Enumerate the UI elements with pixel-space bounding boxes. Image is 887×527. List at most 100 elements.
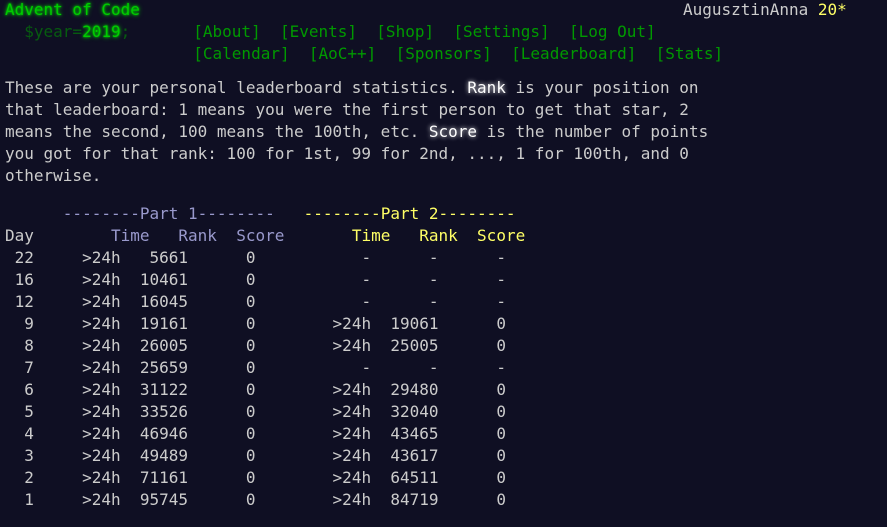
p2-score-cell: - [496, 292, 506, 311]
p1-time-cell: >24h [82, 270, 121, 289]
p2-time-cell: >24h [332, 468, 372, 487]
table-row: 22 >24h 5661 0 - - - [5, 247, 525, 269]
score-term: Score [428, 122, 478, 141]
day-header: Day [5, 226, 34, 245]
part2-header: --------Part 2-------- [303, 204, 516, 223]
table-row: 7 >24h 25659 0 - - - [5, 357, 525, 379]
rank-term: Rank [467, 78, 506, 97]
p2-rank-cell: 25005 [390, 336, 439, 355]
p1-rank-cell: 26005 [139, 336, 189, 355]
p2-score-cell: 0 [496, 402, 506, 421]
p1-score-cell: 0 [245, 380, 256, 399]
p2-score-cell: - [496, 270, 506, 289]
p1-score-cell: 0 [245, 402, 256, 421]
p1-time-cell: >24h [82, 490, 121, 509]
p1-rank-cell: 16045 [139, 292, 189, 311]
p1-rank-cell: 5661 [149, 248, 189, 267]
p2-rank-cell: - [428, 292, 439, 311]
table-row: 9 >24h 19161 0 >24h 19061 0 [5, 313, 525, 335]
p1-score-cell: 0 [245, 270, 256, 289]
p1-time-cell: >24h [82, 358, 121, 377]
p2-rank-header: Rank [419, 226, 458, 245]
intro-line-2: that leaderboard: 1 means you were the f… [5, 100, 689, 119]
p1-time-cell: >24h [82, 314, 121, 333]
intro-line-4: you got for that rank: 100 for 1st, 99 f… [5, 144, 689, 163]
day-cell: 9 [24, 314, 34, 333]
user-name[interactable]: AugusztinAnna [683, 0, 808, 19]
p2-score-header: Score [477, 226, 526, 245]
p1-time-cell: >24h [82, 380, 121, 399]
day-cell: 8 [24, 336, 34, 355]
table-row: 4 >24h 46946 0 >24h 43465 0 [5, 423, 525, 445]
p2-time-cell: >24h [332, 424, 372, 443]
table-row: 1 >24h 95745 0 >24h 84719 0 [5, 489, 525, 511]
p2-score-cell: 0 [496, 314, 506, 333]
p1-score-cell: 0 [245, 446, 256, 465]
p1-rank-cell: 46946 [139, 424, 189, 443]
p2-time-cell: >24h [332, 402, 372, 421]
p1-rank-header: Rank [178, 226, 217, 245]
nav-sponsors-link[interactable]: [Sponsors] [396, 44, 492, 63]
p1-score-cell: 0 [245, 468, 256, 487]
day-cell: 1 [24, 490, 34, 509]
table-row: 12 >24h 16045 0 - - - [5, 291, 525, 313]
table-row: 2 >24h 71161 0 >24h 64511 0 [5, 467, 525, 489]
p2-time-cell: - [361, 270, 372, 289]
p2-score-cell: 0 [496, 468, 506, 487]
year-selector[interactable]: $year=2019; [5, 21, 130, 43]
p1-score-cell: 0 [245, 292, 256, 311]
day-cell: 4 [24, 424, 34, 443]
p1-score-cell: 0 [245, 314, 256, 333]
p1-score-cell: 0 [245, 490, 256, 509]
p2-score-cell: 0 [496, 424, 506, 443]
part-headers-row: --------Part 1-------- --------Part 2---… [5, 203, 525, 225]
p1-time-cell: >24h [82, 402, 121, 421]
table-row: 5 >24h 33526 0 >24h 32040 0 [5, 401, 525, 423]
p2-rank-cell: - [428, 358, 439, 377]
p2-rank-cell: - [428, 270, 439, 289]
day-cell: 16 [14, 270, 34, 289]
day-cell: 22 [14, 248, 34, 267]
p2-rank-cell: 32040 [390, 402, 439, 421]
p1-rank-cell: 25659 [139, 358, 189, 377]
p2-time-cell: >24h [332, 314, 372, 333]
personal-stats-table: --------Part 1-------- --------Part 2---… [5, 203, 525, 511]
nav-calendar-link[interactable]: [Calendar] [193, 44, 289, 63]
p2-rank-cell: 29480 [390, 380, 439, 399]
p2-rank-cell: - [428, 248, 439, 267]
p2-score-cell: - [496, 358, 506, 377]
p1-time-cell: >24h [82, 468, 121, 487]
part1-header: --------Part 1-------- [62, 204, 275, 223]
p1-time-cell: >24h [82, 336, 121, 355]
day-cell: 7 [24, 358, 34, 377]
nav-aocplusplus-link[interactable]: [AoC++] [309, 44, 376, 63]
p2-score-cell: 0 [496, 336, 506, 355]
table-row: 6 >24h 31122 0 >24h 29480 0 [5, 379, 525, 401]
day-cell: 2 [24, 468, 34, 487]
year-value[interactable]: 2019 [82, 22, 121, 41]
intro-line-1: These are your personal leaderboard stat… [5, 78, 699, 97]
site-title[interactable]: Advent of Code [5, 0, 140, 21]
p1-score-cell: 0 [245, 336, 256, 355]
p1-score-cell: 0 [245, 358, 256, 377]
p2-time-cell: >24h [332, 446, 372, 465]
p2-rank-cell: 43617 [390, 446, 439, 465]
p1-rank-cell: 19161 [139, 314, 189, 333]
nav-stats-link[interactable]: [Stats] [656, 44, 723, 63]
intro-line-3: means the second, 100 means the 100th, e… [5, 122, 709, 141]
column-headers-row: Day Time Rank Score Time Rank Score [5, 225, 525, 247]
day-cell: 12 [14, 292, 34, 311]
p1-rank-cell: 10461 [139, 270, 189, 289]
p1-rank-cell: 31122 [139, 380, 189, 399]
p1-time-header: Time [110, 226, 150, 245]
p1-time-cell: >24h [82, 248, 121, 267]
nav-leaderboard-link[interactable]: [Leaderboard] [511, 44, 636, 63]
star-count: 20* [817, 0, 847, 19]
year-suffix: ; [120, 22, 131, 41]
p2-rank-cell: 43465 [390, 424, 439, 443]
p1-rank-cell: 33526 [139, 402, 189, 421]
intro-paragraph: These are your personal leaderboard stat… [5, 77, 708, 187]
p1-rank-cell: 95745 [139, 490, 189, 509]
p2-rank-cell: 19061 [390, 314, 439, 333]
p2-score-cell: 0 [496, 446, 506, 465]
